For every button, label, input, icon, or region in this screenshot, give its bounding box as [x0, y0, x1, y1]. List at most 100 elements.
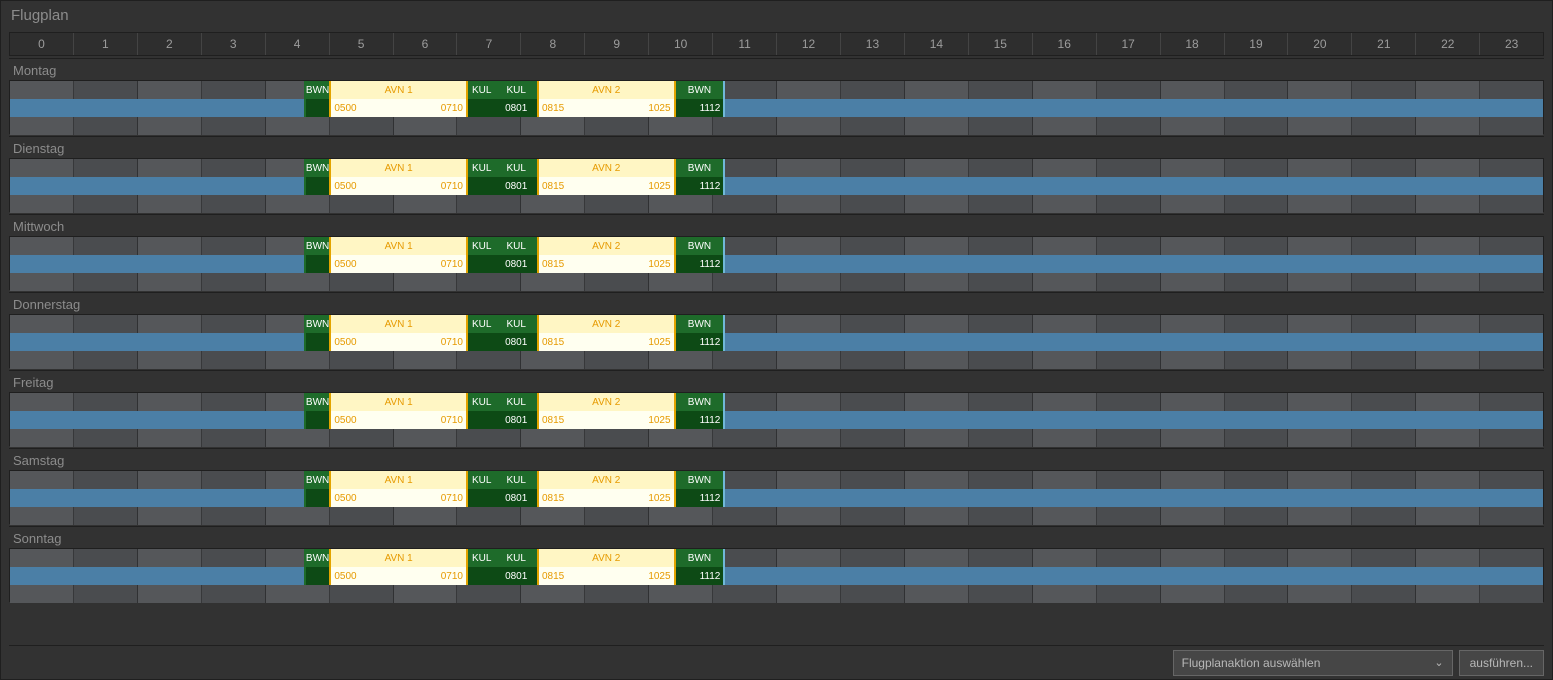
segment-label: KUL — [495, 159, 537, 177]
flight-segment[interactable]: AVN 208151025 — [537, 393, 676, 429]
ground-segment[interactable]: BWN1112 — [676, 549, 726, 585]
flight-segment[interactable]: AVN 105000710 — [329, 471, 468, 507]
ground-segment[interactable]: KUL0801 — [495, 81, 537, 117]
day-block: DonnerstagBWNAVN 105000710KULKUL0801AVN … — [9, 292, 1544, 368]
segment-times: 1112 — [676, 177, 724, 195]
execute-button[interactable]: ausführen... — [1459, 650, 1544, 676]
day-block: SonntagBWNAVN 105000710KULKUL0801AVN 208… — [9, 526, 1544, 602]
ground-segment[interactable]: KUL — [468, 549, 495, 585]
flight-segment[interactable]: AVN 208151025 — [537, 315, 676, 351]
flight-segment[interactable]: AVN 208151025 — [537, 159, 676, 195]
availability-stripe — [10, 255, 1543, 273]
ground-segment[interactable]: KUL — [468, 471, 495, 507]
ruler-hour: 3 — [202, 33, 266, 55]
flight-segment[interactable]: AVN 105000710 — [329, 315, 468, 351]
day-timeline[interactable]: BWNAVN 105000710KULKUL0801AVN 208151025B… — [9, 548, 1544, 602]
flight-segment[interactable]: AVN 105000710 — [329, 393, 468, 429]
ground-segment[interactable]: BWN — [304, 81, 330, 117]
segment-times: 0801 — [495, 489, 537, 507]
segment-label: AVN 2 — [539, 159, 674, 177]
segment-times: 1112 — [676, 489, 724, 507]
ruler-hour: 13 — [841, 33, 905, 55]
ground-segment[interactable]: KUL — [468, 237, 495, 273]
ruler-hour: 9 — [585, 33, 649, 55]
segment-label: AVN 2 — [539, 471, 674, 489]
segment-label: AVN 1 — [331, 549, 466, 567]
ruler-hour: 0 — [10, 33, 74, 55]
segment-times: 0801 — [495, 255, 537, 273]
segment-times: 08151025 — [539, 99, 674, 117]
day-timeline[interactable]: BWNAVN 105000710KULKUL0801AVN 208151025B… — [9, 158, 1544, 212]
day-label: Dienstag — [9, 136, 1544, 158]
segment-times — [306, 255, 330, 273]
ground-segment[interactable]: KUL0801 — [495, 237, 537, 273]
day-timeline[interactable]: BWNAVN 105000710KULKUL0801AVN 208151025B… — [9, 80, 1544, 134]
availability-stripe — [10, 411, 1543, 429]
flight-segment[interactable]: AVN 105000710 — [329, 81, 468, 117]
ground-segment[interactable]: BWN — [304, 237, 330, 273]
flight-segment[interactable]: AVN 208151025 — [537, 81, 676, 117]
segment-label: AVN 1 — [331, 393, 466, 411]
flight-segment[interactable]: AVN 208151025 — [537, 471, 676, 507]
ground-segment[interactable]: KUL0801 — [495, 315, 537, 351]
ground-segment[interactable]: BWN — [304, 471, 330, 507]
segment-label: AVN 1 — [331, 471, 466, 489]
ground-segment[interactable]: BWN — [304, 315, 330, 351]
ground-segment[interactable]: KUL0801 — [495, 471, 537, 507]
flight-segment[interactable]: AVN 208151025 — [537, 549, 676, 585]
days-container: MontagBWNAVN 105000710KULKUL0801AVN 2081… — [9, 58, 1544, 602]
flight-segment[interactable]: AVN 105000710 — [329, 237, 468, 273]
chevron-down-icon: ⌄ — [1434, 656, 1443, 669]
segment-times: 0801 — [495, 567, 537, 585]
ground-segment[interactable]: KUL0801 — [495, 159, 537, 195]
ground-segment[interactable]: KUL — [468, 159, 495, 195]
ruler-hour: 14 — [905, 33, 969, 55]
segment-times: 05000710 — [331, 489, 466, 507]
day-timeline[interactable]: BWNAVN 105000710KULKUL0801AVN 208151025B… — [9, 470, 1544, 524]
ground-segment[interactable]: BWN1112 — [676, 393, 726, 429]
ground-segment[interactable]: BWN1112 — [676, 81, 726, 117]
segment-times: 0801 — [495, 333, 537, 351]
segment-times: 08151025 — [539, 255, 674, 273]
segment-label: BWN — [676, 315, 724, 333]
ground-segment[interactable]: KUL — [468, 393, 495, 429]
day-timeline[interactable]: BWNAVN 105000710KULKUL0801AVN 208151025B… — [9, 236, 1544, 290]
segment-label: BWN — [676, 159, 724, 177]
ground-segment[interactable]: BWN1112 — [676, 159, 726, 195]
ruler-hour: 6 — [394, 33, 458, 55]
flight-segment[interactable]: AVN 105000710 — [329, 549, 468, 585]
ruler-hour: 21 — [1352, 33, 1416, 55]
segment-label: AVN 2 — [539, 81, 674, 99]
segment-label: AVN 2 — [539, 549, 674, 567]
day-block: MittwochBWNAVN 105000710KULKUL0801AVN 20… — [9, 214, 1544, 290]
segment-label: KUL — [495, 393, 537, 411]
segment-label: BWN — [306, 159, 330, 177]
segment-times: 1112 — [676, 411, 724, 429]
ground-segment[interactable]: BWN — [304, 393, 330, 429]
day-timeline[interactable]: BWNAVN 105000710KULKUL0801AVN 208151025B… — [9, 392, 1544, 446]
flight-segment[interactable]: AVN 105000710 — [329, 159, 468, 195]
segment-label: KUL — [468, 159, 495, 177]
ground-segment[interactable]: BWN1112 — [676, 471, 726, 507]
ground-segment[interactable]: KUL0801 — [495, 549, 537, 585]
ground-segment[interactable]: BWN1112 — [676, 237, 726, 273]
segment-times: 08151025 — [539, 567, 674, 585]
ground-segment[interactable]: KUL — [468, 81, 495, 117]
ruler-hour: 19 — [1225, 33, 1289, 55]
ground-segment[interactable]: BWN — [304, 159, 330, 195]
ground-segment[interactable]: KUL0801 — [495, 393, 537, 429]
day-timeline[interactable]: BWNAVN 105000710KULKUL0801AVN 208151025B… — [9, 314, 1544, 368]
action-select[interactable]: Flugplanaktion auswählen ⌄ — [1173, 650, 1453, 676]
panel-title: Flugplan — [1, 1, 1552, 28]
ruler-hour: 12 — [777, 33, 841, 55]
segment-label: KUL — [468, 471, 495, 489]
flight-segment[interactable]: AVN 208151025 — [537, 237, 676, 273]
execute-button-label: ausführen... — [1470, 656, 1533, 670]
ruler-hour: 11 — [713, 33, 777, 55]
segment-label: BWN — [306, 237, 330, 255]
ground-segment[interactable]: BWN1112 — [676, 315, 726, 351]
segment-label: BWN — [306, 315, 330, 333]
ground-segment[interactable]: KUL — [468, 315, 495, 351]
ground-segment[interactable]: BWN — [304, 549, 330, 585]
segment-times: 0801 — [495, 177, 537, 195]
